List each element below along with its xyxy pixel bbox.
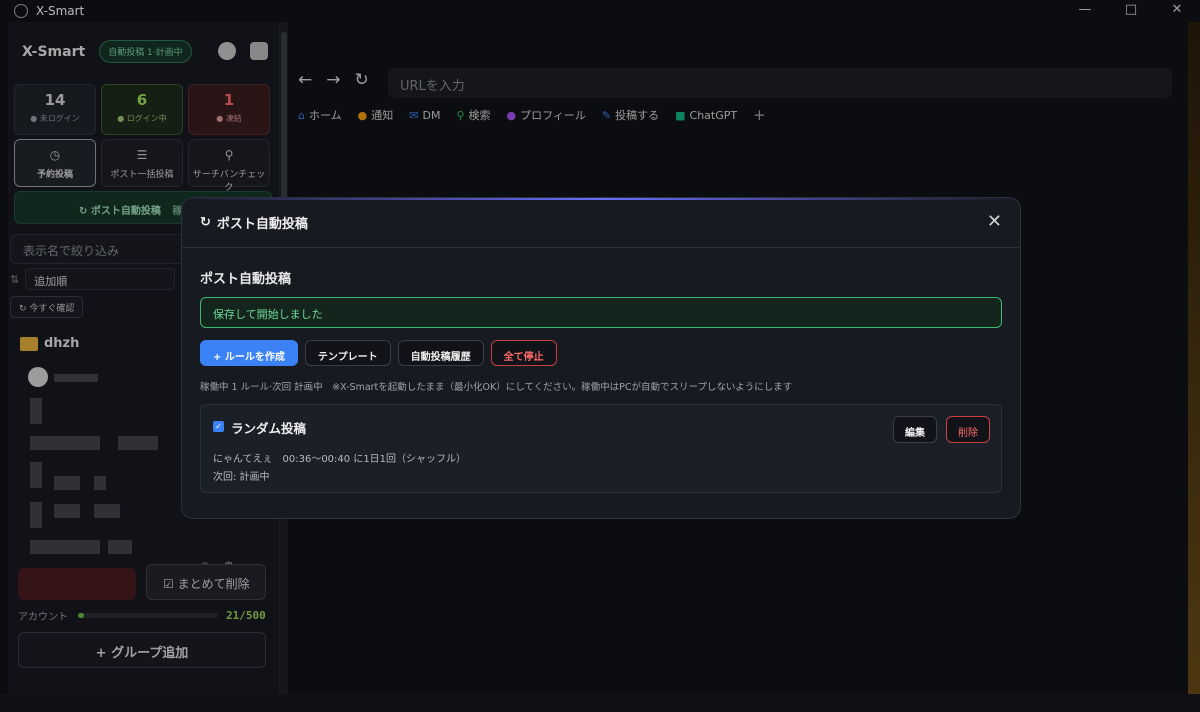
rule-name: ランダム投稿 (231, 421, 307, 436)
history-button[interactable]: 自動投稿履歴 (397, 340, 484, 366)
rule-enabled-checkbox[interactable]: ✓ (213, 421, 224, 432)
success-message: 保存して開始しました (200, 297, 1002, 328)
rule-card: ✓ ランダム投稿 にゃんてえぇ 00:36〜00:40 に1日1回（シャッフル）… (200, 404, 1002, 493)
template-button[interactable]: テンプレート (304, 340, 391, 366)
rule-schedule: にゃんてえぇ 00:36〜00:40 に1日1回（シャッフル） (213, 454, 467, 465)
rule-next-run: 次回: 計画中 (213, 472, 270, 483)
modal-title: ポスト自動投稿 (216, 217, 308, 232)
section-title: ポスト自動投稿 (200, 272, 292, 287)
auto-post-modal: ↻ ポスト自動投稿 ✕ ポスト自動投稿 保存して開始しました + ルールを作成 … (181, 197, 1021, 519)
status-line: 稼働中 1 ルール·次回 計画中 ※X-Smartを起動したまま（最小化OK）に… (200, 382, 793, 393)
edit-rule-button[interactable]: 編集 (893, 416, 937, 443)
delete-rule-button[interactable]: 削除 (946, 416, 990, 443)
modal-header: ↻ ポスト自動投稿 (182, 198, 1020, 248)
close-icon[interactable]: ✕ (987, 211, 1002, 232)
stop-all-button[interactable]: 全て停止 (490, 340, 557, 366)
sync-icon: ↻ (200, 215, 211, 230)
create-rule-button[interactable]: + ルールを作成 (200, 340, 298, 366)
